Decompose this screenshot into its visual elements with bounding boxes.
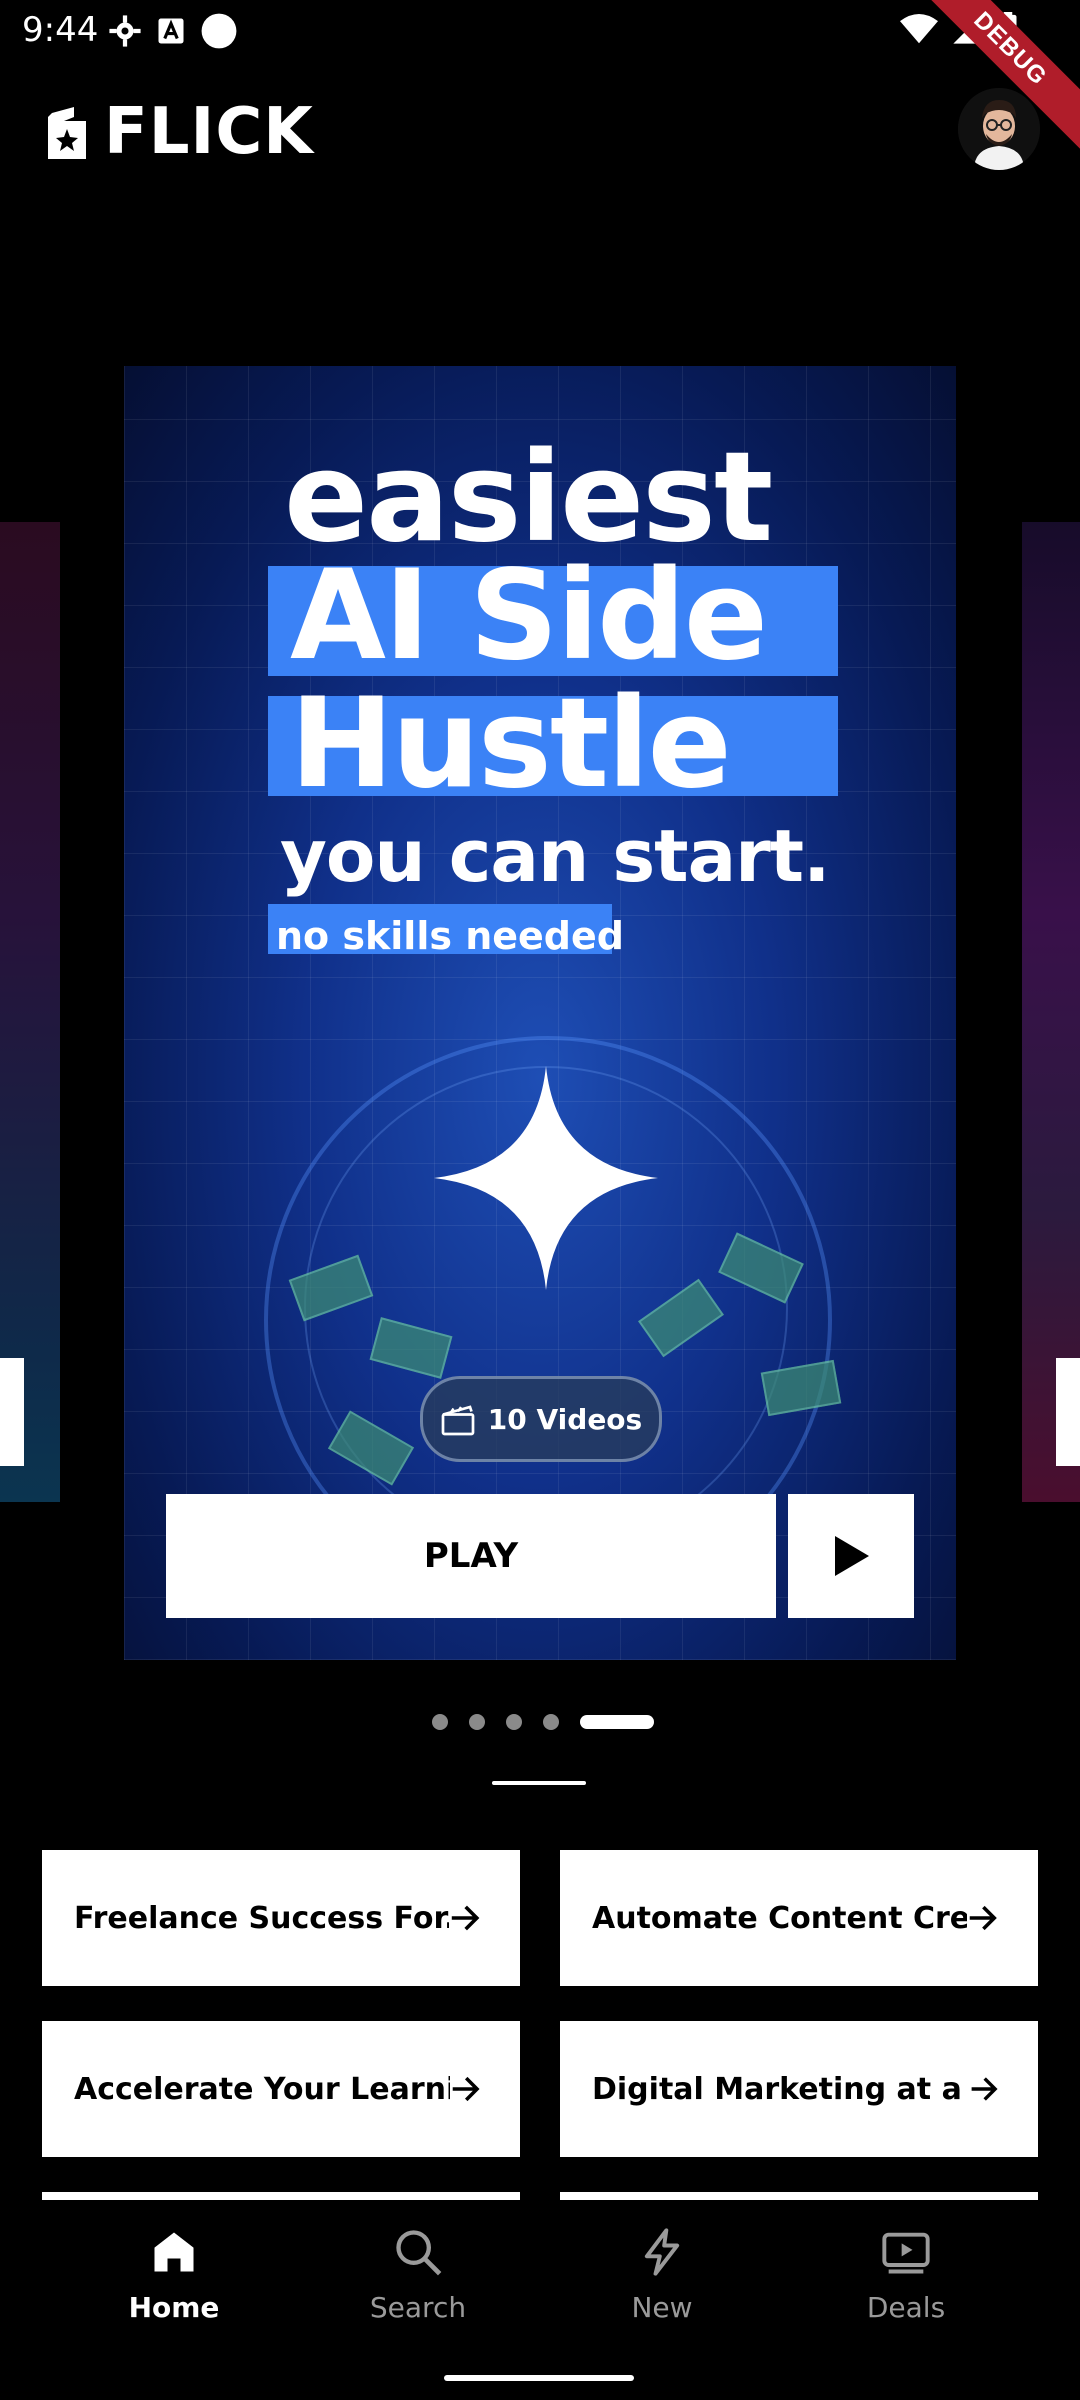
system-home-indicator[interactable] <box>444 2375 634 2381</box>
headline-line-2: AI Side <box>290 544 768 688</box>
arrow-right-icon <box>451 1905 479 1931</box>
topic-title: Freelance Success For... <box>74 1900 449 1936</box>
app-logo[interactable]: FLICK <box>44 100 314 164</box>
a-icon <box>158 18 184 44</box>
status-icons-left <box>108 12 238 50</box>
nav-deals[interactable]: Deals <box>806 2226 1006 2324</box>
app-header: FLICK <box>0 80 1080 180</box>
pager-dot[interactable] <box>469 1714 485 1730</box>
topic-card-partial[interactable] <box>560 2192 1038 2200</box>
topic-card[interactable]: Digital Marketing at a c... <box>560 2021 1038 2157</box>
carousel-prev-card-button[interactable] <box>0 1358 24 1466</box>
profile-avatar[interactable] <box>958 88 1040 170</box>
clapperboard-icon <box>441 1405 475 1436</box>
topic-title: Accelerate Your Learni... <box>74 2071 450 2107</box>
play-box-icon <box>882 2232 930 2274</box>
play-button[interactable]: PLAY <box>166 1494 776 1618</box>
nav-home[interactable]: Home <box>74 2226 274 2324</box>
home-icon <box>154 2232 194 2272</box>
topic-title: Digital Marketing at a c... <box>592 2071 969 2107</box>
settings-icon <box>109 15 141 47</box>
pager-dot[interactable] <box>432 1714 448 1730</box>
play-icon <box>835 1536 869 1576</box>
play-icon-button[interactable] <box>788 1494 914 1618</box>
nav-deals-label: Deals <box>866 2291 946 2324</box>
sparkle-icon <box>434 1066 658 1290</box>
pager-dot-active[interactable] <box>580 1715 654 1729</box>
search-icon <box>396 2230 442 2276</box>
topic-title: Automate Content Cre... <box>592 1900 968 1936</box>
nav-search-label: Search <box>369 2291 467 2324</box>
nav-new-label: New <box>631 2291 693 2324</box>
status-bar: 9:44 DEBUG <box>0 0 1080 156</box>
topic-card[interactable]: Accelerate Your Learni... <box>42 2021 520 2157</box>
topic-card[interactable]: Automate Content Cre... <box>560 1850 1038 1986</box>
videos-count-label: 10 Videos <box>487 1402 643 1436</box>
topic-card[interactable]: Freelance Success For... <box>42 1850 520 1986</box>
carousel-prev-card[interactable] <box>0 522 60 1502</box>
section-divider <box>492 1781 586 1785</box>
flick-logo-icon <box>48 107 86 159</box>
wifi-icon <box>900 13 938 44</box>
carousel-pager <box>432 1714 654 1730</box>
carousel-next-card-button[interactable] <box>1056 1358 1080 1466</box>
pager-dot[interactable] <box>506 1714 522 1730</box>
lightning-icon <box>644 2228 680 2276</box>
pager-dot[interactable] <box>543 1714 559 1730</box>
nav-new[interactable]: New <box>562 2226 762 2324</box>
headline-line-3: Hustle <box>290 672 732 816</box>
arrow-right-icon <box>971 2077 998 2101</box>
videos-count-pill: 10 Videos <box>420 1376 662 1462</box>
headline-line-4: you can start. <box>280 814 830 898</box>
headline-tag: no skills needed <box>276 914 624 958</box>
circle-icon <box>201 13 237 49</box>
bottom-navigation: Home Search New Deals <box>0 2200 1080 2400</box>
status-time: 9:44 <box>22 10 99 50</box>
arrow-right-icon <box>452 2076 480 2102</box>
nav-search[interactable]: Search <box>318 2226 518 2324</box>
arrow-right-icon <box>969 1905 998 1931</box>
topic-card-partial[interactable] <box>42 2192 520 2200</box>
featured-course-card[interactable]: easiest AI Side Hustle you can start. no… <box>124 366 956 1660</box>
nav-home-label: Home <box>128 2291 220 2324</box>
carousel-next-card[interactable] <box>1022 522 1080 1502</box>
app-name: FLICK <box>104 95 314 169</box>
avatar-icon <box>958 88 1040 170</box>
